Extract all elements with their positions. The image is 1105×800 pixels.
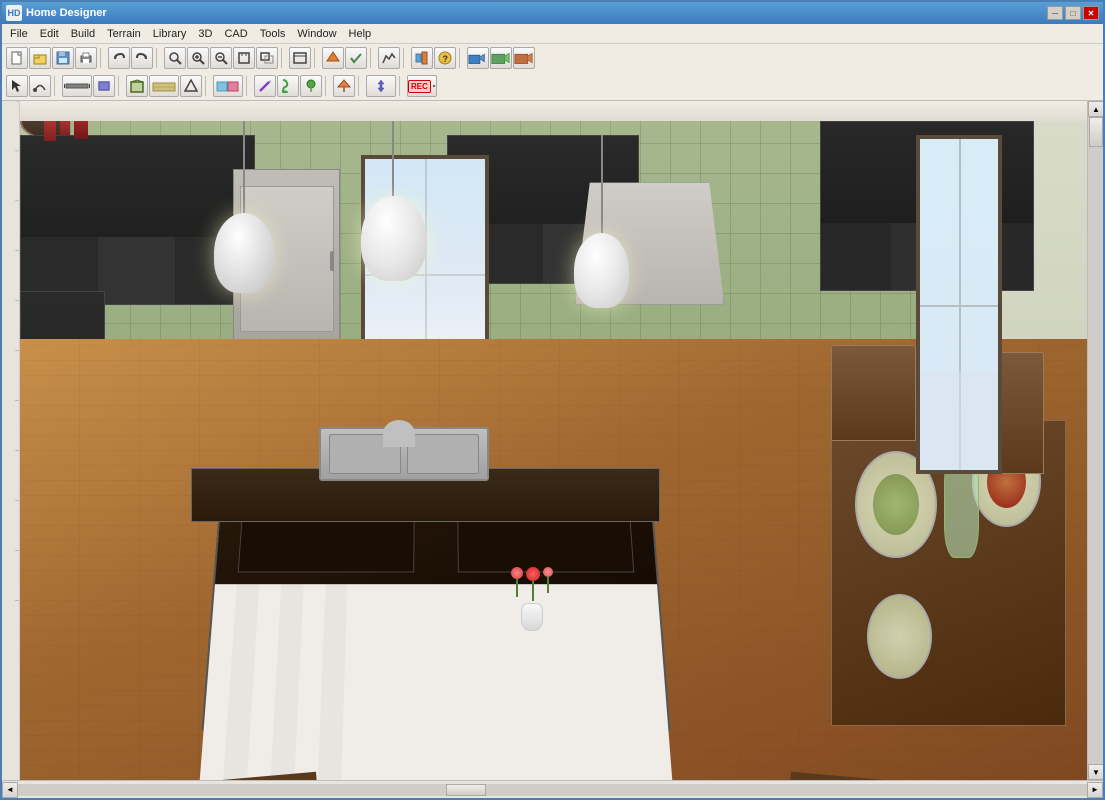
pendant-light-1 [212,101,276,305]
pendant-light-3 [575,135,628,352]
fit-all-button[interactable] [256,47,278,69]
dining-plate-3 [867,594,932,679]
new-button[interactable] [6,47,28,69]
scroll-track-horizontal[interactable] [18,784,1087,796]
floor-cam-button[interactable] [467,47,489,69]
toolbar2-sep-4 [246,76,251,96]
object-tool-button[interactable] [213,75,243,97]
toolbar-sep-5 [370,48,375,68]
help-button[interactable]: ? [434,47,456,69]
close-button[interactable]: ✕ [1083,6,1099,20]
menu-bar: File Edit Build Terrain Library 3D CAD T… [2,24,1103,44]
scroll-left-button[interactable]: ◄ [2,782,18,798]
toolbar2-sep-6 [358,76,363,96]
print-button[interactable] [75,47,97,69]
box-select-button[interactable] [93,75,115,97]
menu-3d[interactable]: 3D [192,26,218,42]
main-window: HD Home Designer ─ □ ✕ File Edit Build T… [0,0,1105,800]
zoom-realsize-button[interactable] [164,47,186,69]
open-button[interactable] [29,47,51,69]
scroll-down-button[interactable]: ▼ [1088,764,1103,780]
fit-button[interactable] [233,47,255,69]
toolbar2-sep-2 [118,76,123,96]
main-area: ▲ ▼ [2,101,1103,780]
toolbar2-sep-1 [54,76,59,96]
save-button[interactable] [52,47,74,69]
scroll-thumb-vertical[interactable] [1089,117,1103,147]
right-window [916,135,1001,475]
floor-tool-button[interactable] [149,75,179,97]
toolbar-sep-4 [314,48,319,68]
arc-tool-button[interactable] [29,75,51,97]
zoom-in-button[interactable] [187,47,209,69]
select-tool-button[interactable] [6,75,28,97]
toolbar-sep-7 [459,48,464,68]
menu-library[interactable]: Library [147,26,193,42]
toolbar-sep-1 [100,48,105,68]
wall-tool-button[interactable] [62,75,92,97]
right-scrollbar: ▲ ▼ [1087,101,1103,780]
pendant-light-2 [361,101,425,291]
move-tool-button[interactable] [366,75,396,97]
kitchen-faucet [383,420,415,447]
roof-tool-button[interactable] [180,75,202,97]
zoom-out-button[interactable] [210,47,232,69]
toolbar-area: ? [2,44,1103,101]
menu-tools[interactable]: Tools [254,26,292,42]
minimize-button[interactable]: ─ [1047,6,1063,20]
record-button[interactable]: REC [407,75,437,97]
toolbar-row-2: REC [2,72,1103,100]
window-button[interactable] [289,47,311,69]
svg-text:?: ? [443,54,449,64]
dining-chair-2 [831,345,916,440]
redo-button[interactable] [131,47,153,69]
toolbar2-sep-7 [399,76,404,96]
left-ruler [2,101,20,780]
undo-button[interactable] [108,47,130,69]
menu-window[interactable]: Window [291,26,342,42]
scroll-up-button[interactable]: ▲ [1088,101,1103,117]
flower-vase [511,567,553,631]
menu-help[interactable]: Help [343,26,378,42]
check-mark-button[interactable] [345,47,367,69]
pencil-tool-button[interactable] [254,75,276,97]
scroll-right-button[interactable]: ► [1087,782,1103,798]
scroll-track-vertical[interactable] [1088,117,1103,764]
app-icon: HD [6,5,22,21]
toolbar-sep-6 [403,48,408,68]
library-button[interactable] [411,47,433,69]
menu-terrain[interactable]: Terrain [101,26,147,42]
paint-tool-button[interactable] [277,75,299,97]
plant-tool-button[interactable] [300,75,322,97]
material-button[interactable] [322,47,344,69]
menu-edit[interactable]: Edit [34,26,65,42]
menu-file[interactable]: File [4,26,34,42]
room-tool-button[interactable] [126,75,148,97]
canvas-area[interactable] [20,101,1087,780]
elevation-button[interactable] [378,47,400,69]
toolbar-sep-3 [281,48,286,68]
menu-cad[interactable]: CAD [218,26,253,42]
window-title: Home Designer [26,7,1047,19]
window-controls: ─ □ ✕ [1047,6,1099,20]
scroll-thumb-horizontal[interactable] [446,784,486,796]
full-cam-button[interactable] [490,47,512,69]
elevation-view-button[interactable] [333,75,355,97]
title-bar: HD Home Designer ─ □ ✕ [2,2,1103,24]
maximize-button[interactable]: □ [1065,6,1081,20]
iso-cam-button[interactable] [513,47,535,69]
toolbar-sep-2 [156,48,161,68]
kitchen-render [20,101,1087,780]
bottom-scrollbar: ◄ ► [2,780,1103,798]
ceiling [20,101,1087,121]
toolbar2-sep-3 [205,76,210,96]
menu-build[interactable]: Build [65,26,101,42]
toolbar2-sep-5 [325,76,330,96]
toolbar-row-1: ? [2,44,1103,72]
